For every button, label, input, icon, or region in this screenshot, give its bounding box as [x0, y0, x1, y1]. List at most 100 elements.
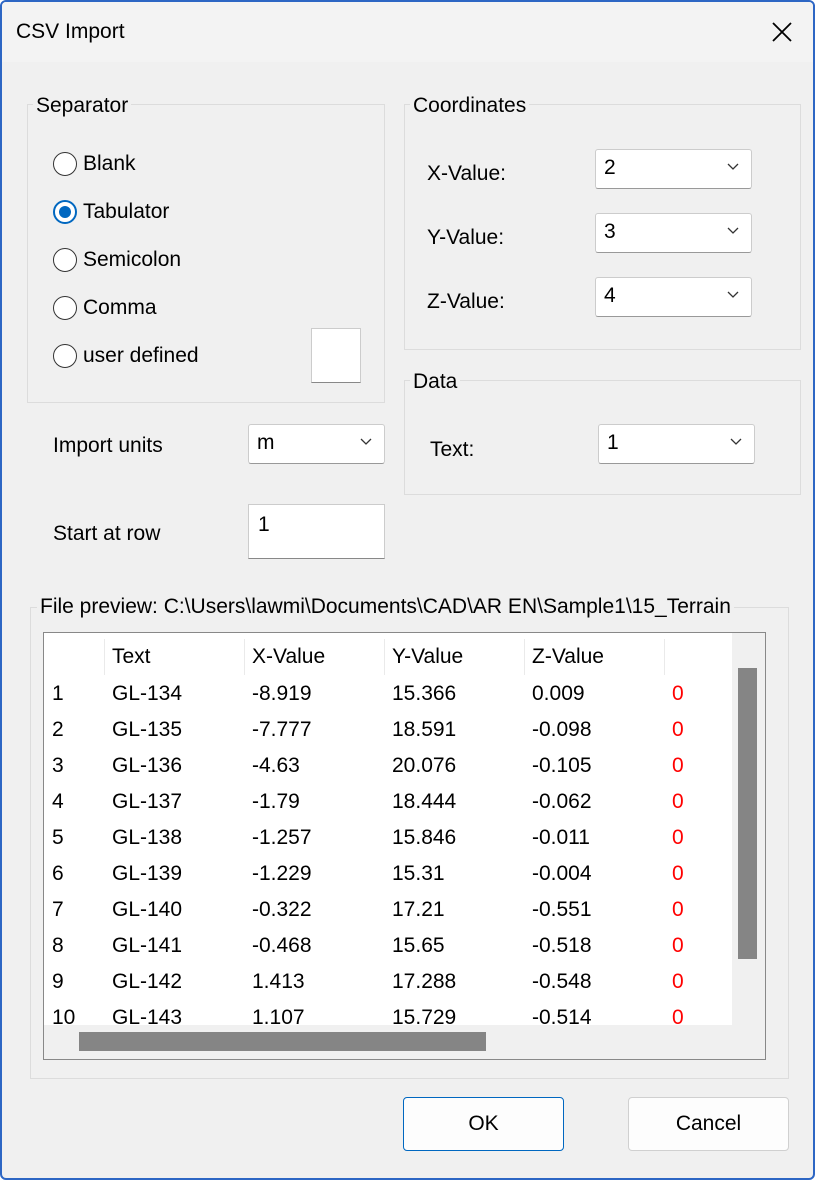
- table-row[interactable]: 5 GL-138 -1.257 15.846 -0.011 0: [44, 820, 732, 856]
- table-cell: -8.919: [252, 682, 312, 705]
- table-cell: GL-142: [112, 970, 183, 993]
- table-cell: GL-139: [112, 862, 183, 885]
- text-label: Text:: [430, 438, 475, 461]
- table-cell: 8: [52, 934, 64, 957]
- table-cell: 15.366: [392, 682, 457, 705]
- table-cell: 0: [672, 898, 684, 921]
- table-row[interactable]: 7 GL-140 -0.322 17.21 -0.551 0: [44, 892, 732, 928]
- table-cell: -0.322: [252, 898, 312, 921]
- import-units-select[interactable]: m: [248, 424, 385, 464]
- vertical-scrollbar-thumb[interactable]: [738, 668, 757, 959]
- column-divider[interactable]: [524, 639, 525, 675]
- radio-circle[interactable]: [53, 152, 77, 176]
- table-cell: 0: [672, 718, 684, 741]
- table-cell: GL-141: [112, 934, 183, 957]
- table-cell: -0.551: [532, 898, 592, 921]
- coordinates-label: Coordinates: [410, 94, 530, 118]
- table-cell: -4.63: [252, 754, 300, 777]
- radio-label: Semicolon: [83, 248, 182, 271]
- radio-label: Comma: [83, 296, 157, 319]
- table-cell: 0: [672, 934, 684, 957]
- table-cell: 0: [672, 790, 684, 813]
- radio-circle[interactable]: [53, 200, 77, 224]
- x-value-selected: 2: [604, 156, 616, 179]
- separator-radio-blank[interactable]: Blank: [53, 152, 136, 176]
- table-cell: GL-135: [112, 718, 183, 741]
- table-row[interactable]: 10 GL-143 1.107 15.729 -0.514 0: [44, 1000, 732, 1025]
- table-row[interactable]: 2 GL-135 -7.777 18.591 -0.098 0: [44, 712, 732, 748]
- table-row[interactable]: 3 GL-136 -4.63 20.076 -0.105 0: [44, 748, 732, 784]
- table-cell: -0.468: [252, 934, 312, 957]
- radio-circle[interactable]: [53, 296, 77, 320]
- table-cell: 0: [672, 754, 684, 777]
- separator-radio-semicolon[interactable]: Semicolon: [53, 248, 181, 272]
- title-bar: CSV Import: [2, 2, 813, 62]
- column-divider[interactable]: [664, 639, 665, 675]
- table-cell: 15.846: [392, 826, 457, 849]
- cancel-label: Cancel: [675, 1112, 742, 1135]
- import-units-label: Import units: [53, 434, 163, 457]
- table-cell: -7.777: [252, 718, 312, 741]
- grid-header-row[interactable]: Text X-Value Y-Value Z-Value: [44, 639, 732, 675]
- column-divider[interactable]: [384, 639, 385, 675]
- table-cell: 15.729: [392, 1006, 457, 1025]
- table-cell: 18.591: [392, 718, 457, 741]
- table-cell: -0.098: [532, 718, 592, 741]
- column-header: Z-Value: [532, 645, 604, 668]
- table-row[interactable]: 9 GL-142 1.413 17.288 -0.548 0: [44, 964, 732, 1000]
- close-icon: [772, 22, 792, 42]
- table-row[interactable]: 1 GL-134 -8.919 15.366 0.009 0: [44, 676, 732, 712]
- text-column-selected: 1: [607, 431, 619, 454]
- horizontal-scrollbar-thumb[interactable]: [79, 1032, 486, 1051]
- chevron-down-icon: [727, 291, 739, 298]
- user-defined-separator-input[interactable]: [311, 328, 361, 383]
- table-cell: 1.107: [252, 1006, 305, 1025]
- table-cell: 10: [52, 1006, 76, 1025]
- table-cell: GL-136: [112, 754, 183, 777]
- separator-radio-comma[interactable]: Comma: [53, 296, 157, 320]
- column-divider[interactable]: [244, 639, 245, 675]
- column-header: Y-Value: [392, 645, 464, 668]
- separator-radio-user-defined[interactable]: user defined: [53, 344, 199, 368]
- close-button[interactable]: [760, 12, 804, 52]
- table-cell: 15.65: [392, 934, 445, 957]
- x-value-select[interactable]: 2: [595, 149, 752, 189]
- import-units-selected: m: [257, 431, 275, 454]
- table-cell: 9: [52, 970, 64, 993]
- table-cell: 17.288: [392, 970, 457, 993]
- chevron-down-icon: [360, 438, 372, 445]
- start-row-input[interactable]: 1: [248, 504, 385, 559]
- table-cell: 6: [52, 862, 64, 885]
- separator-label: Separator: [33, 94, 132, 118]
- radio-circle[interactable]: [53, 248, 77, 272]
- file-preview-grid[interactable]: Text X-Value Y-Value Z-Value 1 GL-134 -8.919 15…: [43, 632, 766, 1060]
- z-value-select[interactable]: 4: [595, 277, 752, 317]
- table-cell: -1.257: [252, 826, 312, 849]
- text-column-select[interactable]: 1: [598, 424, 755, 464]
- ok-button[interactable]: OK: [403, 1097, 564, 1151]
- table-row[interactable]: 4 GL-137 -1.79 18.444 -0.062 0: [44, 784, 732, 820]
- cancel-button[interactable]: Cancel: [628, 1097, 789, 1151]
- y-value-select[interactable]: 3: [595, 213, 752, 253]
- chevron-down-icon: [730, 438, 742, 445]
- csv-import-dialog: CSV Import Separator Blank Tabulator Semic…: [0, 0, 815, 1180]
- table-cell: 17.21: [392, 898, 445, 921]
- table-cell: 18.444: [392, 790, 457, 813]
- table-row[interactable]: 8 GL-141 -0.468 15.65 -0.518 0: [44, 928, 732, 964]
- x-value-label: X-Value:: [427, 162, 506, 185]
- table-row[interactable]: 6 GL-139 -1.229 15.31 -0.004 0: [44, 856, 732, 892]
- table-cell: -0.514: [532, 1006, 592, 1025]
- table-cell: 0: [672, 682, 684, 705]
- table-cell: -1.79: [252, 790, 300, 813]
- table-cell: -1.229: [252, 862, 312, 885]
- table-cell: GL-137: [112, 790, 183, 813]
- z-value-selected: 4: [604, 284, 616, 307]
- table-cell: 0: [672, 826, 684, 849]
- table-cell: 0: [672, 862, 684, 885]
- radio-circle[interactable]: [53, 344, 77, 368]
- column-divider[interactable]: [104, 639, 105, 675]
- table-cell: GL-134: [112, 682, 183, 705]
- separator-radio-tabulator[interactable]: Tabulator: [53, 200, 169, 224]
- table-cell: 3: [52, 754, 64, 777]
- file-preview-label: File preview: C:\Users\lawmi\Documents\C…: [37, 595, 734, 619]
